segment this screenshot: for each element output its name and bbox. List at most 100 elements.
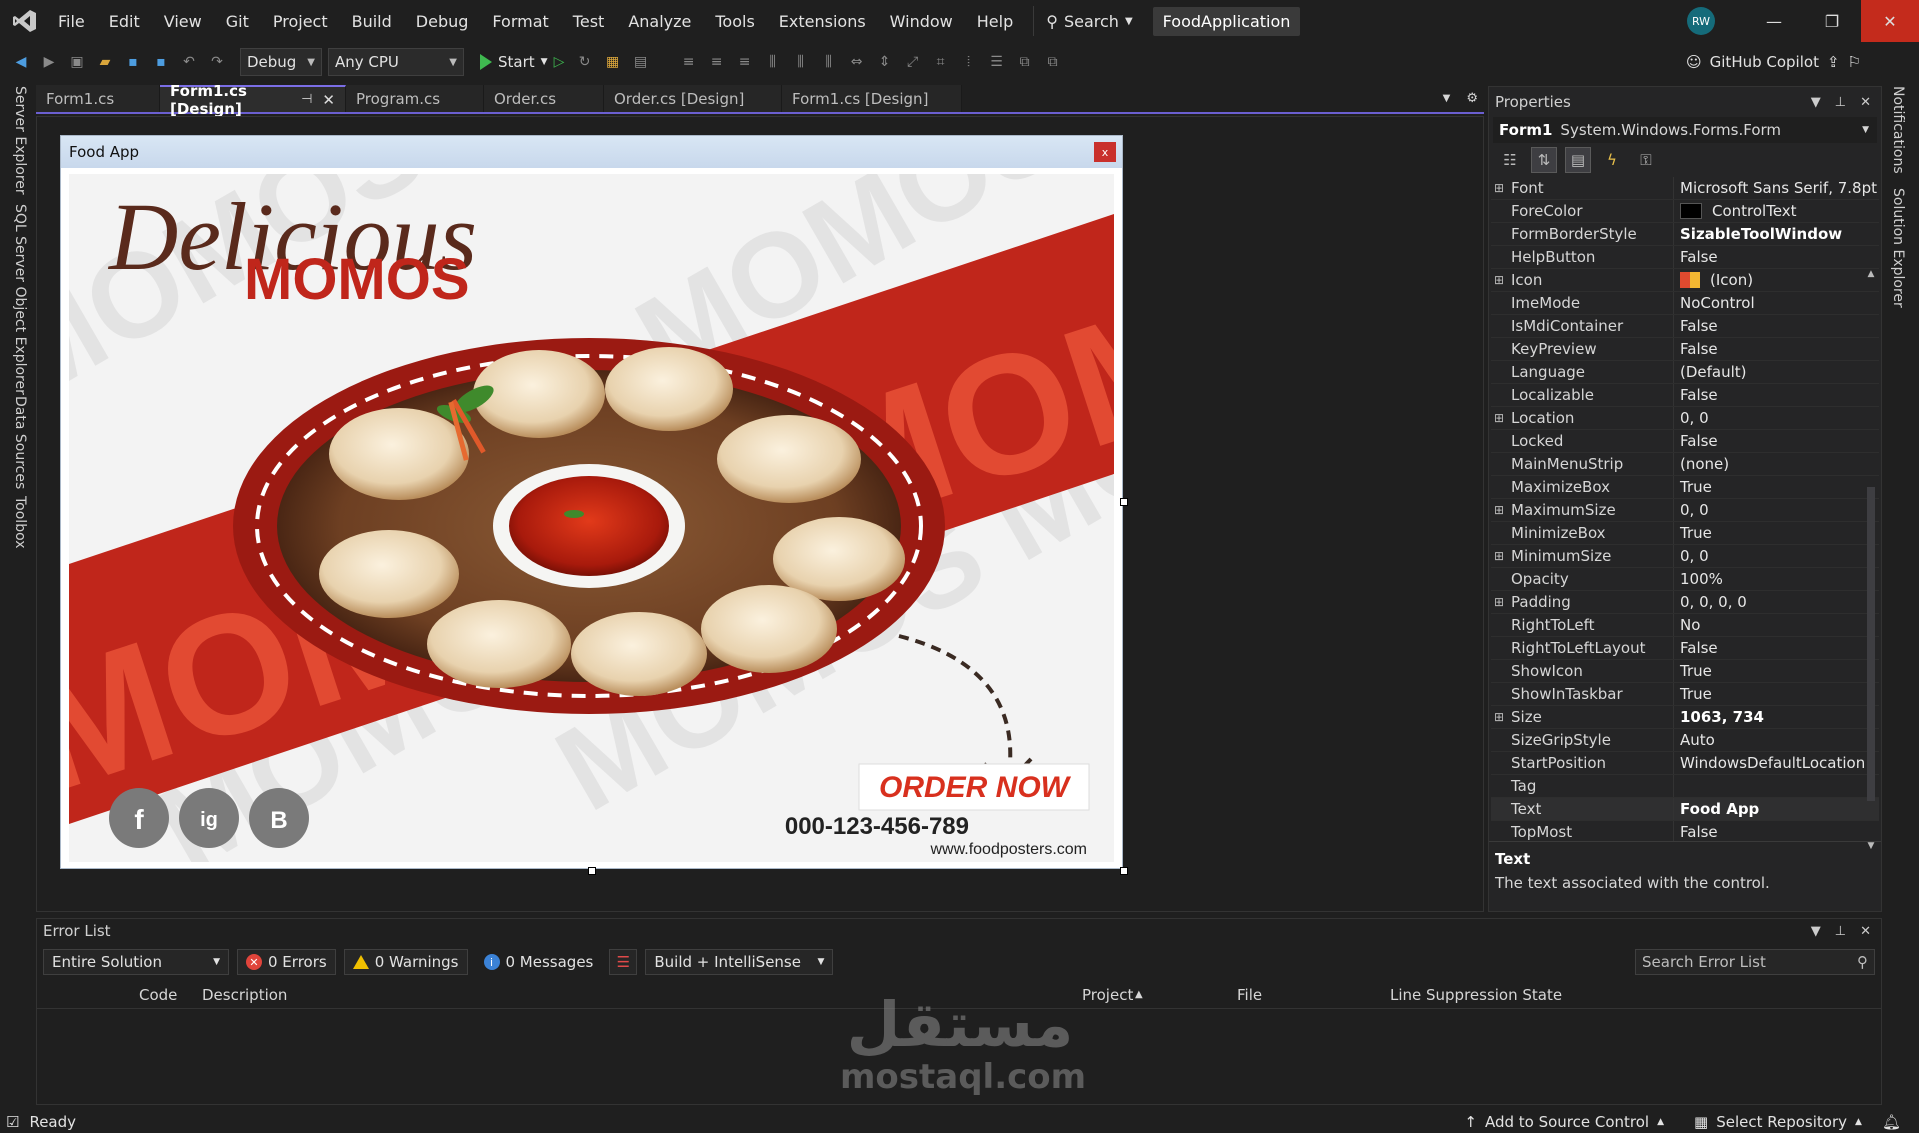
resize-handle-corner[interactable] xyxy=(1120,867,1128,875)
undo-icon[interactable]: ↶ xyxy=(178,51,200,73)
solution-explorer-tab[interactable]: Solution Explorer xyxy=(1890,188,1906,308)
close-icon[interactable]: ✕ xyxy=(1860,924,1871,939)
property-row-padding[interactable]: ⊞ Padding 0, 0, 0, 0 xyxy=(1491,591,1879,614)
properties-icon[interactable]: ▤ xyxy=(1565,147,1591,173)
start-button[interactable]: Start ▼ xyxy=(480,53,548,71)
align-tops-icon[interactable]: ⫼ xyxy=(762,51,784,73)
menu-item-build[interactable]: Build xyxy=(340,12,404,31)
search-box[interactable]: ⚲ Search ▼ xyxy=(1033,6,1144,36)
form-close-button[interactable]: x xyxy=(1094,142,1116,162)
tab-order-cs[interactable]: Order.cs xyxy=(484,85,604,112)
start-without-debugging-icon[interactable]: ▷ xyxy=(554,54,568,70)
property-row-keypreview[interactable]: KeyPreview False xyxy=(1491,338,1879,361)
form-window[interactable]: Food App x MOMOS MOMOS MOMOS MOMOS MOMOS… xyxy=(60,135,1123,869)
open-folder-icon[interactable]: ▰ xyxy=(94,51,116,73)
navigate-back-icon[interactable]: ◀ xyxy=(10,51,32,73)
make-same-size-icon[interactable]: ⤢ xyxy=(902,51,924,73)
property-row-maximizebox[interactable]: MaximizeBox True xyxy=(1491,476,1879,499)
menu-item-git[interactable]: Git xyxy=(214,12,261,31)
configuration-select[interactable]: Debug ▼ xyxy=(240,48,322,76)
select-repository-button[interactable]: Select Repository xyxy=(1716,1113,1847,1131)
column-description[interactable]: Description xyxy=(202,986,287,1004)
menu-item-help[interactable]: Help xyxy=(965,12,1025,31)
pin-icon[interactable]: ⊣ xyxy=(301,92,312,107)
column-suppression-state[interactable]: Suppression State xyxy=(1426,986,1562,1004)
align-centers-icon[interactable]: ≡ xyxy=(706,51,728,73)
expand-icon[interactable]: ⊞ xyxy=(1491,591,1507,613)
property-row-showintaskbar[interactable]: ShowInTaskbar True xyxy=(1491,683,1879,706)
form-title-bar[interactable]: Food App xyxy=(61,136,1122,168)
send-to-back-icon[interactable]: ⧉ xyxy=(1042,51,1064,73)
save-icon[interactable]: ▪ xyxy=(122,51,144,73)
property-row-mainmenustrip[interactable]: MainMenuStrip (none) xyxy=(1491,453,1879,476)
pin-icon[interactable]: ⊥ xyxy=(1835,924,1846,939)
minimize-button[interactable]: — xyxy=(1745,0,1803,42)
property-value[interactable]: 100% xyxy=(1674,568,1879,590)
categorized-icon[interactable]: ☷ xyxy=(1497,147,1523,173)
size-to-grid-icon[interactable]: ⌗ xyxy=(930,51,952,73)
solution-explorer-icon[interactable]: ▦ xyxy=(602,51,624,73)
menu-item-tools[interactable]: Tools xyxy=(703,12,766,31)
redo-icon[interactable]: ↷ xyxy=(206,51,228,73)
property-row-location[interactable]: ⊞ Location 0, 0 xyxy=(1491,407,1879,430)
pin-icon[interactable]: ⊥ xyxy=(1835,95,1846,110)
align-bottoms-icon[interactable]: ⫼ xyxy=(818,51,840,73)
menu-item-test[interactable]: Test xyxy=(561,12,617,31)
property-value[interactable]: (none) xyxy=(1674,453,1879,475)
close-icon[interactable]: ✕ xyxy=(1860,95,1871,110)
make-same-width-icon[interactable]: ⇔ xyxy=(846,51,868,73)
property-row-maximumsize[interactable]: ⊞ MaximumSize 0, 0 xyxy=(1491,499,1879,522)
tab-program-cs[interactable]: Program.cs xyxy=(346,85,484,112)
property-row-opacity[interactable]: Opacity 100% xyxy=(1491,568,1879,591)
property-value[interactable]: Microsoft Sans Serif, 7.8pt xyxy=(1674,177,1879,199)
source-select[interactable]: Build + IntelliSense ▼ xyxy=(645,949,834,975)
object-selector[interactable]: Form1 System.Windows.Forms.Form ▼ xyxy=(1493,117,1877,143)
notifications-bell-icon[interactable]: 🔔︎ xyxy=(1882,1113,1901,1131)
menu-item-extensions[interactable]: Extensions xyxy=(767,12,878,31)
menu-item-view[interactable]: View xyxy=(152,12,214,31)
property-row-icon[interactable]: ⊞ Icon (Icon) xyxy=(1491,269,1879,292)
warnings-filter-button[interactable]: 0 Warnings xyxy=(343,949,468,975)
property-value[interactable] xyxy=(1674,775,1879,797)
resize-handle-bottom[interactable] xyxy=(588,867,596,875)
expand-icon[interactable]: ⊞ xyxy=(1491,499,1507,521)
property-value[interactable]: (Default) xyxy=(1674,361,1879,383)
property-value[interactable]: No xyxy=(1674,614,1879,636)
property-value[interactable]: WindowsDefaultLocation xyxy=(1674,752,1879,774)
filter-icon[interactable]: ☰ xyxy=(609,949,638,975)
menu-item-file[interactable]: File xyxy=(46,12,97,31)
toolbox-tab[interactable]: Toolbox xyxy=(12,496,28,549)
property-value[interactable]: Food App xyxy=(1674,798,1879,820)
property-row-showicon[interactable]: ShowIcon True xyxy=(1491,660,1879,683)
column-line[interactable]: Line xyxy=(1390,986,1421,1004)
poster-picturebox[interactable]: MOMOS MOMOS MOMOS MOMOS MOMOS MOMOS MOMO… xyxy=(69,174,1114,862)
navigate-forward-icon[interactable]: ▶ xyxy=(38,51,60,73)
expand-icon[interactable]: ⊞ xyxy=(1491,269,1507,291)
vertical-spacing-icon[interactable]: ☰ xyxy=(986,51,1008,73)
property-value[interactable]: 0, 0 xyxy=(1674,545,1879,567)
property-grid-scrollbar[interactable]: ▲ ▼ xyxy=(1865,269,1877,915)
scroll-thumb[interactable] xyxy=(1867,487,1875,801)
property-row-minimizebox[interactable]: MinimizeBox True xyxy=(1491,522,1879,545)
close-window-button[interactable]: ✕ xyxy=(1861,0,1919,42)
messages-filter-button[interactable]: i 0 Messages xyxy=(476,949,602,975)
property-value[interactable]: 1063, 734 xyxy=(1674,706,1879,728)
property-value[interactable]: 0, 0 xyxy=(1674,499,1879,521)
expand-icon[interactable]: ⊞ xyxy=(1491,706,1507,728)
scroll-up-icon[interactable]: ▲ xyxy=(1865,269,1877,279)
column-project[interactable]: Project xyxy=(1082,986,1133,1004)
property-row-sizegripstyle[interactable]: SizeGripStyle Auto xyxy=(1491,729,1879,752)
property-value[interactable]: False xyxy=(1674,384,1879,406)
property-value[interactable]: 0, 0, 0, 0 xyxy=(1674,591,1879,613)
search-error-list-input[interactable]: Search Error List ⚲ xyxy=(1635,949,1875,975)
hot-reload-icon[interactable]: ↻ xyxy=(574,51,596,73)
property-row-text[interactable]: Text Food App xyxy=(1491,798,1879,821)
save-all-icon[interactable]: ▪ xyxy=(150,51,172,73)
menu-item-analyze[interactable]: Analyze xyxy=(616,12,703,31)
property-row-righttoleftlayout[interactable]: RightToLeftLayout False xyxy=(1491,637,1879,660)
property-row-locked[interactable]: Locked False xyxy=(1491,430,1879,453)
tab-form1-design[interactable]: Form1.cs [Design] ⊣ ✕ xyxy=(160,82,346,118)
tab-order-design[interactable]: Order.cs [Design] xyxy=(604,85,782,112)
tab-overflow-icon[interactable]: ▼ xyxy=(1443,93,1451,104)
property-value[interactable]: True xyxy=(1674,660,1879,682)
